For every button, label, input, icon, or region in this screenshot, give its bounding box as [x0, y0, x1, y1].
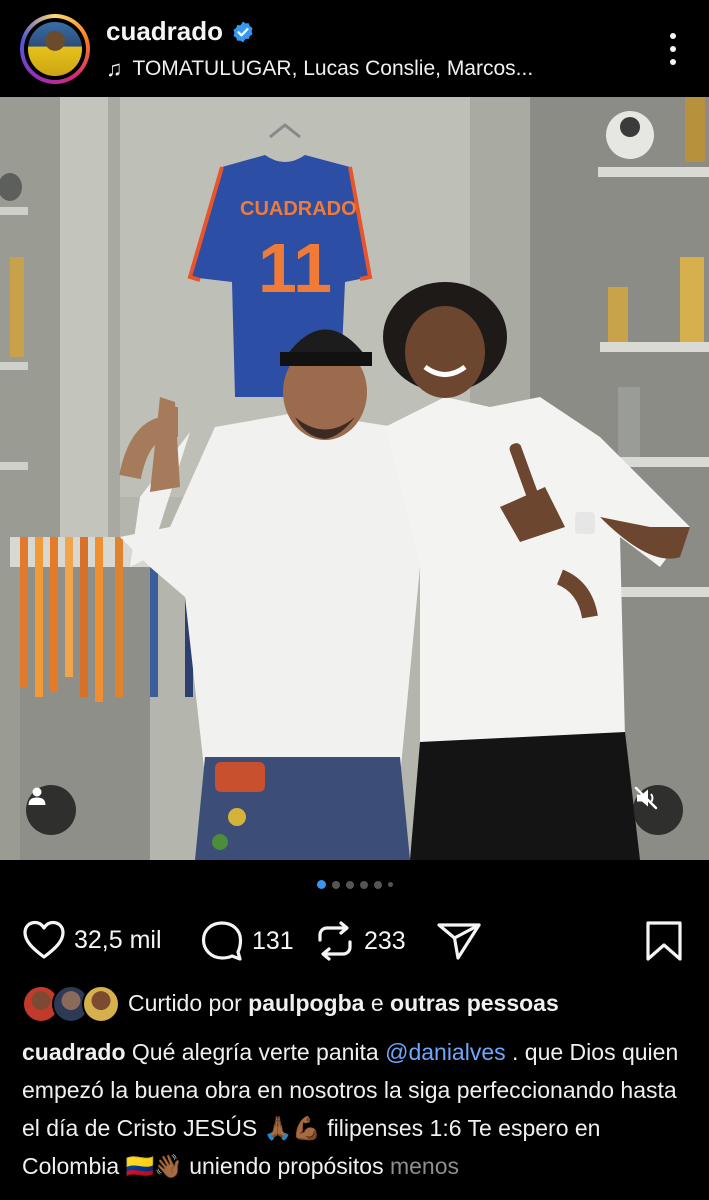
carousel-dot: [345, 880, 354, 889]
liker-avatars: [22, 985, 120, 1023]
share-icon: [437, 923, 481, 960]
more-options-icon[interactable]: [667, 33, 679, 65]
username-link[interactable]: cuadrado: [106, 16, 223, 47]
caption-username-link[interactable]: cuadrado: [22, 1039, 126, 1065]
liked-by-others-link[interactable]: outras pessoas: [390, 990, 559, 1016]
bookmark-icon: [646, 921, 682, 961]
avatar: [82, 985, 120, 1023]
carousel-dot-active: [316, 880, 326, 889]
post-photo[interactable]: CUADRADO 11: [0, 97, 709, 860]
comment-icon: [201, 921, 243, 961]
post-caption: cuadrado Qué alegría verte panita @dania…: [22, 1033, 692, 1185]
photo-illustration: CUADRADO 11: [0, 97, 709, 860]
username-row: cuadrado: [106, 16, 255, 47]
liker-username-link[interactable]: paulpogba: [248, 990, 364, 1016]
music-row[interactable]: ♫ TOMATULUGAR, Lucas Conslie, Marcos...: [106, 56, 533, 82]
liked-by-text: Curtido por paulpogba e outras pessoas: [128, 990, 559, 1017]
repost-count: 233: [364, 926, 406, 955]
action-bar: 32,5 mil 131 233: [0, 912, 709, 968]
carousel-dot: [387, 882, 393, 887]
carousel-dot: [359, 880, 368, 889]
music-note-icon: ♫: [106, 56, 123, 81]
verified-badge-icon: [233, 21, 253, 42]
svg-text:CUADRADO: CUADRADO: [240, 198, 357, 220]
comment-button[interactable]: 131: [200, 920, 294, 962]
avatar: [28, 22, 82, 76]
heart-icon: [23, 920, 65, 959]
user-tag-icon[interactable]: [26, 785, 76, 835]
svg-text:11: 11: [258, 229, 332, 307]
like-count: 32,5 mil: [74, 925, 162, 954]
liked-by-row[interactable]: Curtido por paulpogba e outras pessoas: [22, 985, 702, 1023]
share-button[interactable]: [436, 920, 482, 962]
comment-count: 131: [252, 926, 294, 955]
carousel-indicator: [0, 880, 709, 889]
caption-text-1: Qué alegría verte panita: [131, 1039, 379, 1065]
caption-more-link[interactable]: menos: [390, 1153, 459, 1179]
repost-icon: [318, 921, 352, 961]
music-label: TOMATULUGAR, Lucas Conslie, Marcos...: [132, 57, 534, 80]
carousel-dot: [331, 880, 340, 889]
muted-speaker-icon[interactable]: [633, 785, 683, 835]
save-button[interactable]: [644, 920, 684, 962]
caption-mention-link[interactable]: @danialves: [385, 1039, 506, 1065]
like-button[interactable]: 32,5 mil: [22, 920, 162, 960]
story-ring-avatar[interactable]: [20, 14, 90, 84]
post-header: cuadrado ♫ TOMATULUGAR, Lucas Conslie, M…: [0, 0, 709, 97]
carousel-dot: [373, 880, 382, 889]
avatar-border: [24, 18, 86, 80]
liked-by-connector: e: [370, 989, 384, 1016]
liked-by-prefix: Curtido por: [128, 989, 242, 1016]
repost-button[interactable]: 233: [314, 920, 406, 962]
